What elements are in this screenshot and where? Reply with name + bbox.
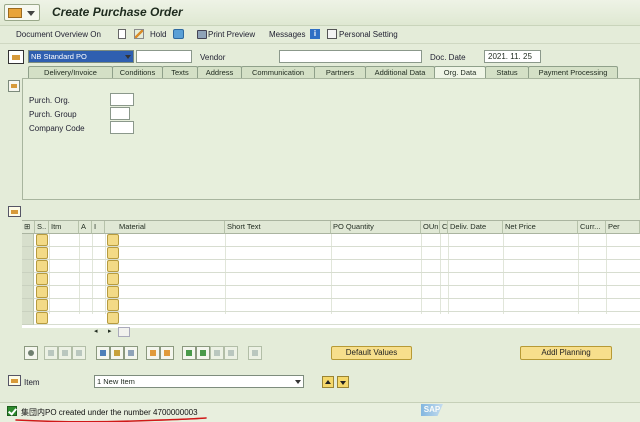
delete-icon[interactable] bbox=[96, 346, 110, 360]
company-code-label: Company Code bbox=[29, 124, 85, 133]
company-code-field[interactable] bbox=[110, 121, 134, 134]
po-number-field[interactable] bbox=[136, 50, 192, 63]
doc-overview-button[interactable]: Document Overview On bbox=[16, 30, 101, 39]
item-select[interactable]: 1 New Item bbox=[94, 375, 304, 388]
col-header-short-text[interactable]: Short Text bbox=[225, 221, 331, 234]
col-header-per[interactable]: Per bbox=[606, 221, 640, 234]
item-overview-collapse-icon[interactable] bbox=[8, 206, 21, 217]
col-header-order-unit[interactable]: OUn bbox=[421, 221, 440, 234]
addl-planning-button[interactable]: Addl Planning bbox=[520, 346, 612, 360]
scroll-left-button[interactable]: ◂ bbox=[94, 327, 98, 335]
order-type-select[interactable]: NB Standard PO bbox=[28, 50, 134, 63]
info-icon[interactable]: i bbox=[310, 29, 320, 39]
system-menu-button[interactable] bbox=[4, 4, 40, 21]
col-header-material[interactable]: Material bbox=[105, 221, 225, 234]
col-header-deliv-date[interactable]: Deliv. Date bbox=[448, 221, 503, 234]
table-row[interactable] bbox=[22, 234, 640, 247]
hold-icon[interactable] bbox=[173, 29, 184, 39]
messages-button[interactable]: Messages bbox=[269, 30, 305, 39]
chevron-down-icon bbox=[125, 55, 131, 59]
vendor-field[interactable] bbox=[279, 50, 422, 63]
chevron-down-icon bbox=[27, 11, 35, 16]
unlock-icon[interactable] bbox=[124, 346, 138, 360]
scroll-right-button[interactable]: ▸ bbox=[108, 327, 112, 335]
col-header-item[interactable]: Itm bbox=[49, 221, 79, 234]
col-header-item-cat[interactable]: I bbox=[92, 221, 105, 234]
purch-group-field[interactable] bbox=[110, 107, 130, 120]
col-header-status[interactable]: S.. bbox=[35, 221, 49, 234]
cart-icon[interactable] bbox=[8, 50, 24, 64]
filter-icon[interactable] bbox=[182, 346, 196, 360]
doc-date-field[interactable]: 2021. 11. 25 bbox=[484, 50, 541, 63]
item-label: Item bbox=[24, 378, 40, 387]
red-annotation-underline bbox=[15, 417, 207, 422]
table-row[interactable] bbox=[22, 299, 640, 312]
sort-descending-icon[interactable] bbox=[58, 346, 72, 360]
print-preview-button[interactable]: Print Preview bbox=[208, 30, 255, 39]
table-settings-icon[interactable]: ⊞ bbox=[22, 221, 35, 234]
table-row[interactable] bbox=[22, 260, 640, 273]
personal-setting-icon bbox=[327, 29, 337, 39]
purch-org-field[interactable] bbox=[110, 93, 134, 106]
lock-icon[interactable] bbox=[110, 346, 124, 360]
col-header-acct[interactable]: A bbox=[79, 221, 92, 234]
print-icon[interactable] bbox=[248, 346, 262, 360]
doc-date-label: Doc. Date bbox=[430, 53, 466, 62]
details-icon[interactable] bbox=[24, 346, 38, 360]
table-row[interactable] bbox=[22, 273, 640, 286]
purch-group-label: Purch. Group bbox=[29, 110, 77, 119]
purch-org-label: Purch. Org. bbox=[29, 96, 70, 105]
hold-button[interactable]: Hold bbox=[150, 30, 166, 39]
paste-icon[interactable] bbox=[160, 346, 174, 360]
new-document-icon[interactable] bbox=[118, 29, 126, 39]
vendor-label: Vendor bbox=[200, 53, 226, 62]
table-row[interactable] bbox=[22, 247, 640, 260]
layout-icon[interactable] bbox=[224, 346, 238, 360]
item-detail-collapse-icon[interactable] bbox=[8, 375, 21, 386]
col-header-currency[interactable]: Curr... bbox=[578, 221, 606, 234]
previous-item-button[interactable] bbox=[322, 376, 334, 388]
order-type-value: NB Standard PO bbox=[31, 52, 87, 61]
printer-icon bbox=[197, 30, 207, 39]
default-values-button[interactable]: Default Values bbox=[331, 346, 412, 360]
table-row[interactable] bbox=[22, 286, 640, 299]
item-table: ⊞ S.. Itm A I Material Short Text PO Qua… bbox=[22, 220, 640, 328]
col-header-net-price[interactable]: Net Price bbox=[503, 221, 578, 234]
menu-icon bbox=[8, 8, 22, 18]
sort-ascending-icon[interactable] bbox=[44, 346, 58, 360]
sum-icon[interactable] bbox=[196, 346, 210, 360]
edit-icon[interactable] bbox=[134, 29, 144, 39]
sort-icon[interactable] bbox=[72, 346, 86, 360]
application-toolbar: Document Overview On Hold Print Preview … bbox=[0, 26, 640, 44]
chevron-down-icon bbox=[295, 380, 301, 384]
col-header-po-quantity[interactable]: PO Quantity bbox=[331, 221, 421, 234]
next-item-button[interactable] bbox=[337, 376, 349, 388]
page-title: Create Purchase Order bbox=[52, 5, 183, 19]
item-select-value: 1 New Item bbox=[97, 377, 135, 386]
table-row[interactable] bbox=[22, 312, 640, 325]
col-header-c[interactable]: C bbox=[440, 221, 448, 234]
horizontal-scrollbar[interactable] bbox=[118, 327, 130, 337]
copy-icon[interactable] bbox=[146, 346, 160, 360]
header-collapse-icon[interactable] bbox=[8, 80, 20, 92]
subtotal-icon[interactable] bbox=[210, 346, 224, 360]
personal-setting-button[interactable]: Personal Setting bbox=[339, 30, 398, 39]
